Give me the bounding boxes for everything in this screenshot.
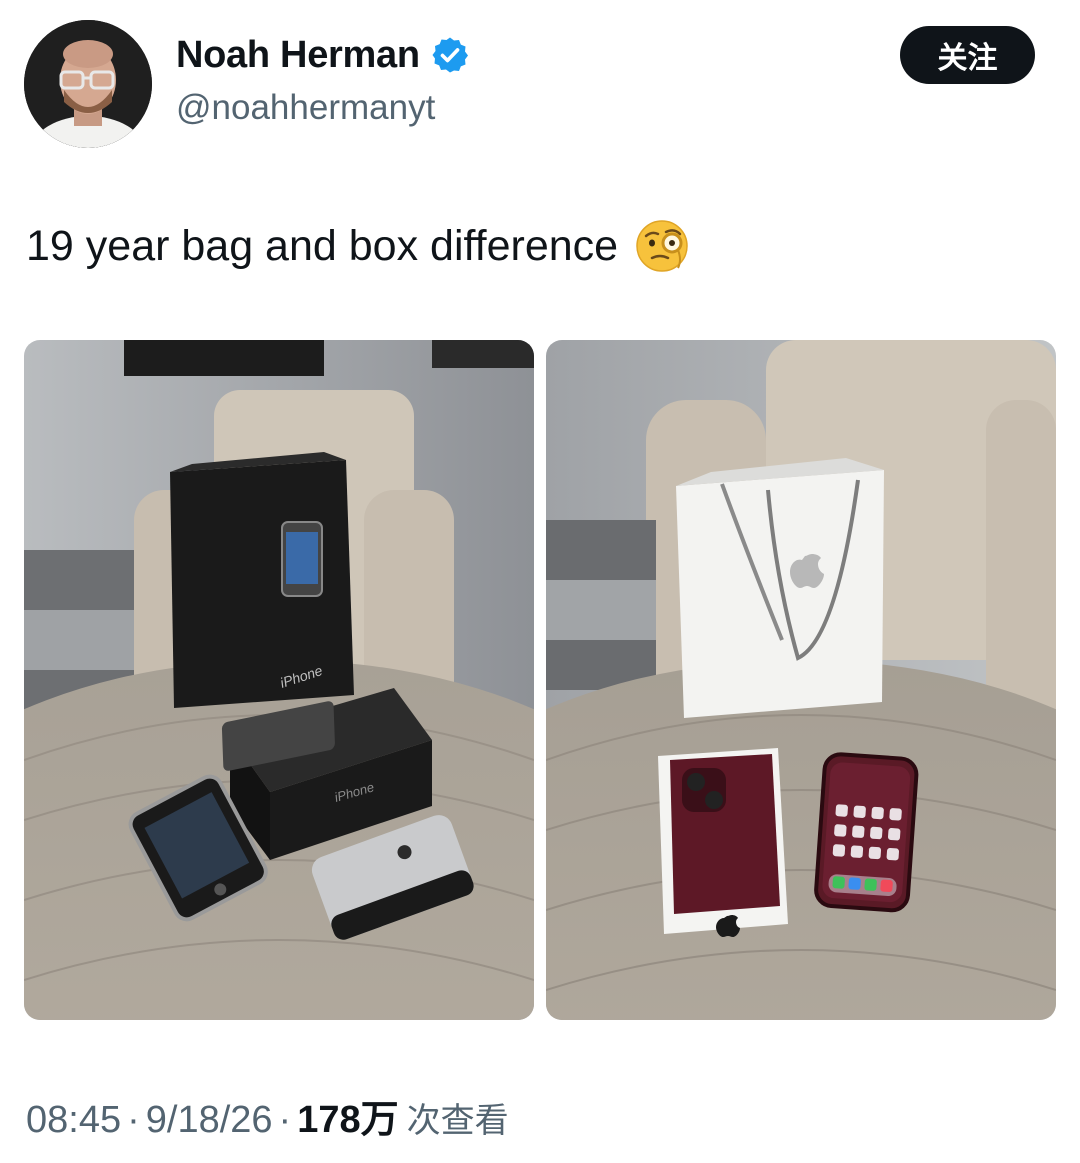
views-count: 178万 <box>297 1099 399 1141</box>
photo-new-iphone[interactable] <box>546 340 1056 1020</box>
tweet-text: 19 year bag and box difference <box>26 218 690 274</box>
photo-original-iphone[interactable]: iPhone iPhone <box>24 340 534 1020</box>
name-row: Noah Herman <box>176 30 470 80</box>
verified-badge-icon <box>432 37 468 73</box>
author-handle[interactable]: @noahhermanyt <box>176 88 435 128</box>
views-label: 次查看 <box>406 1101 509 1141</box>
avatar[interactable] <box>24 20 152 148</box>
meta-separator: · <box>127 1099 140 1141</box>
tweet-date[interactable]: 9/18/26 <box>146 1099 273 1142</box>
tweet-meta: 08:45 · 9/18/26 · 178万 次查看 <box>26 1088 509 1143</box>
author-name[interactable]: Noah Herman <box>176 34 420 77</box>
tweet-body: 19 year bag and box difference <box>26 221 619 270</box>
tweet-header: Noah Herman @noahhermanyt 关注 <box>0 0 1080 160</box>
face-with-monocle-icon <box>636 220 688 272</box>
meta-separator: · <box>278 1099 292 1141</box>
follow-button[interactable]: 关注 <box>900 26 1035 84</box>
tweet-time[interactable]: 08:45 <box>26 1099 121 1142</box>
